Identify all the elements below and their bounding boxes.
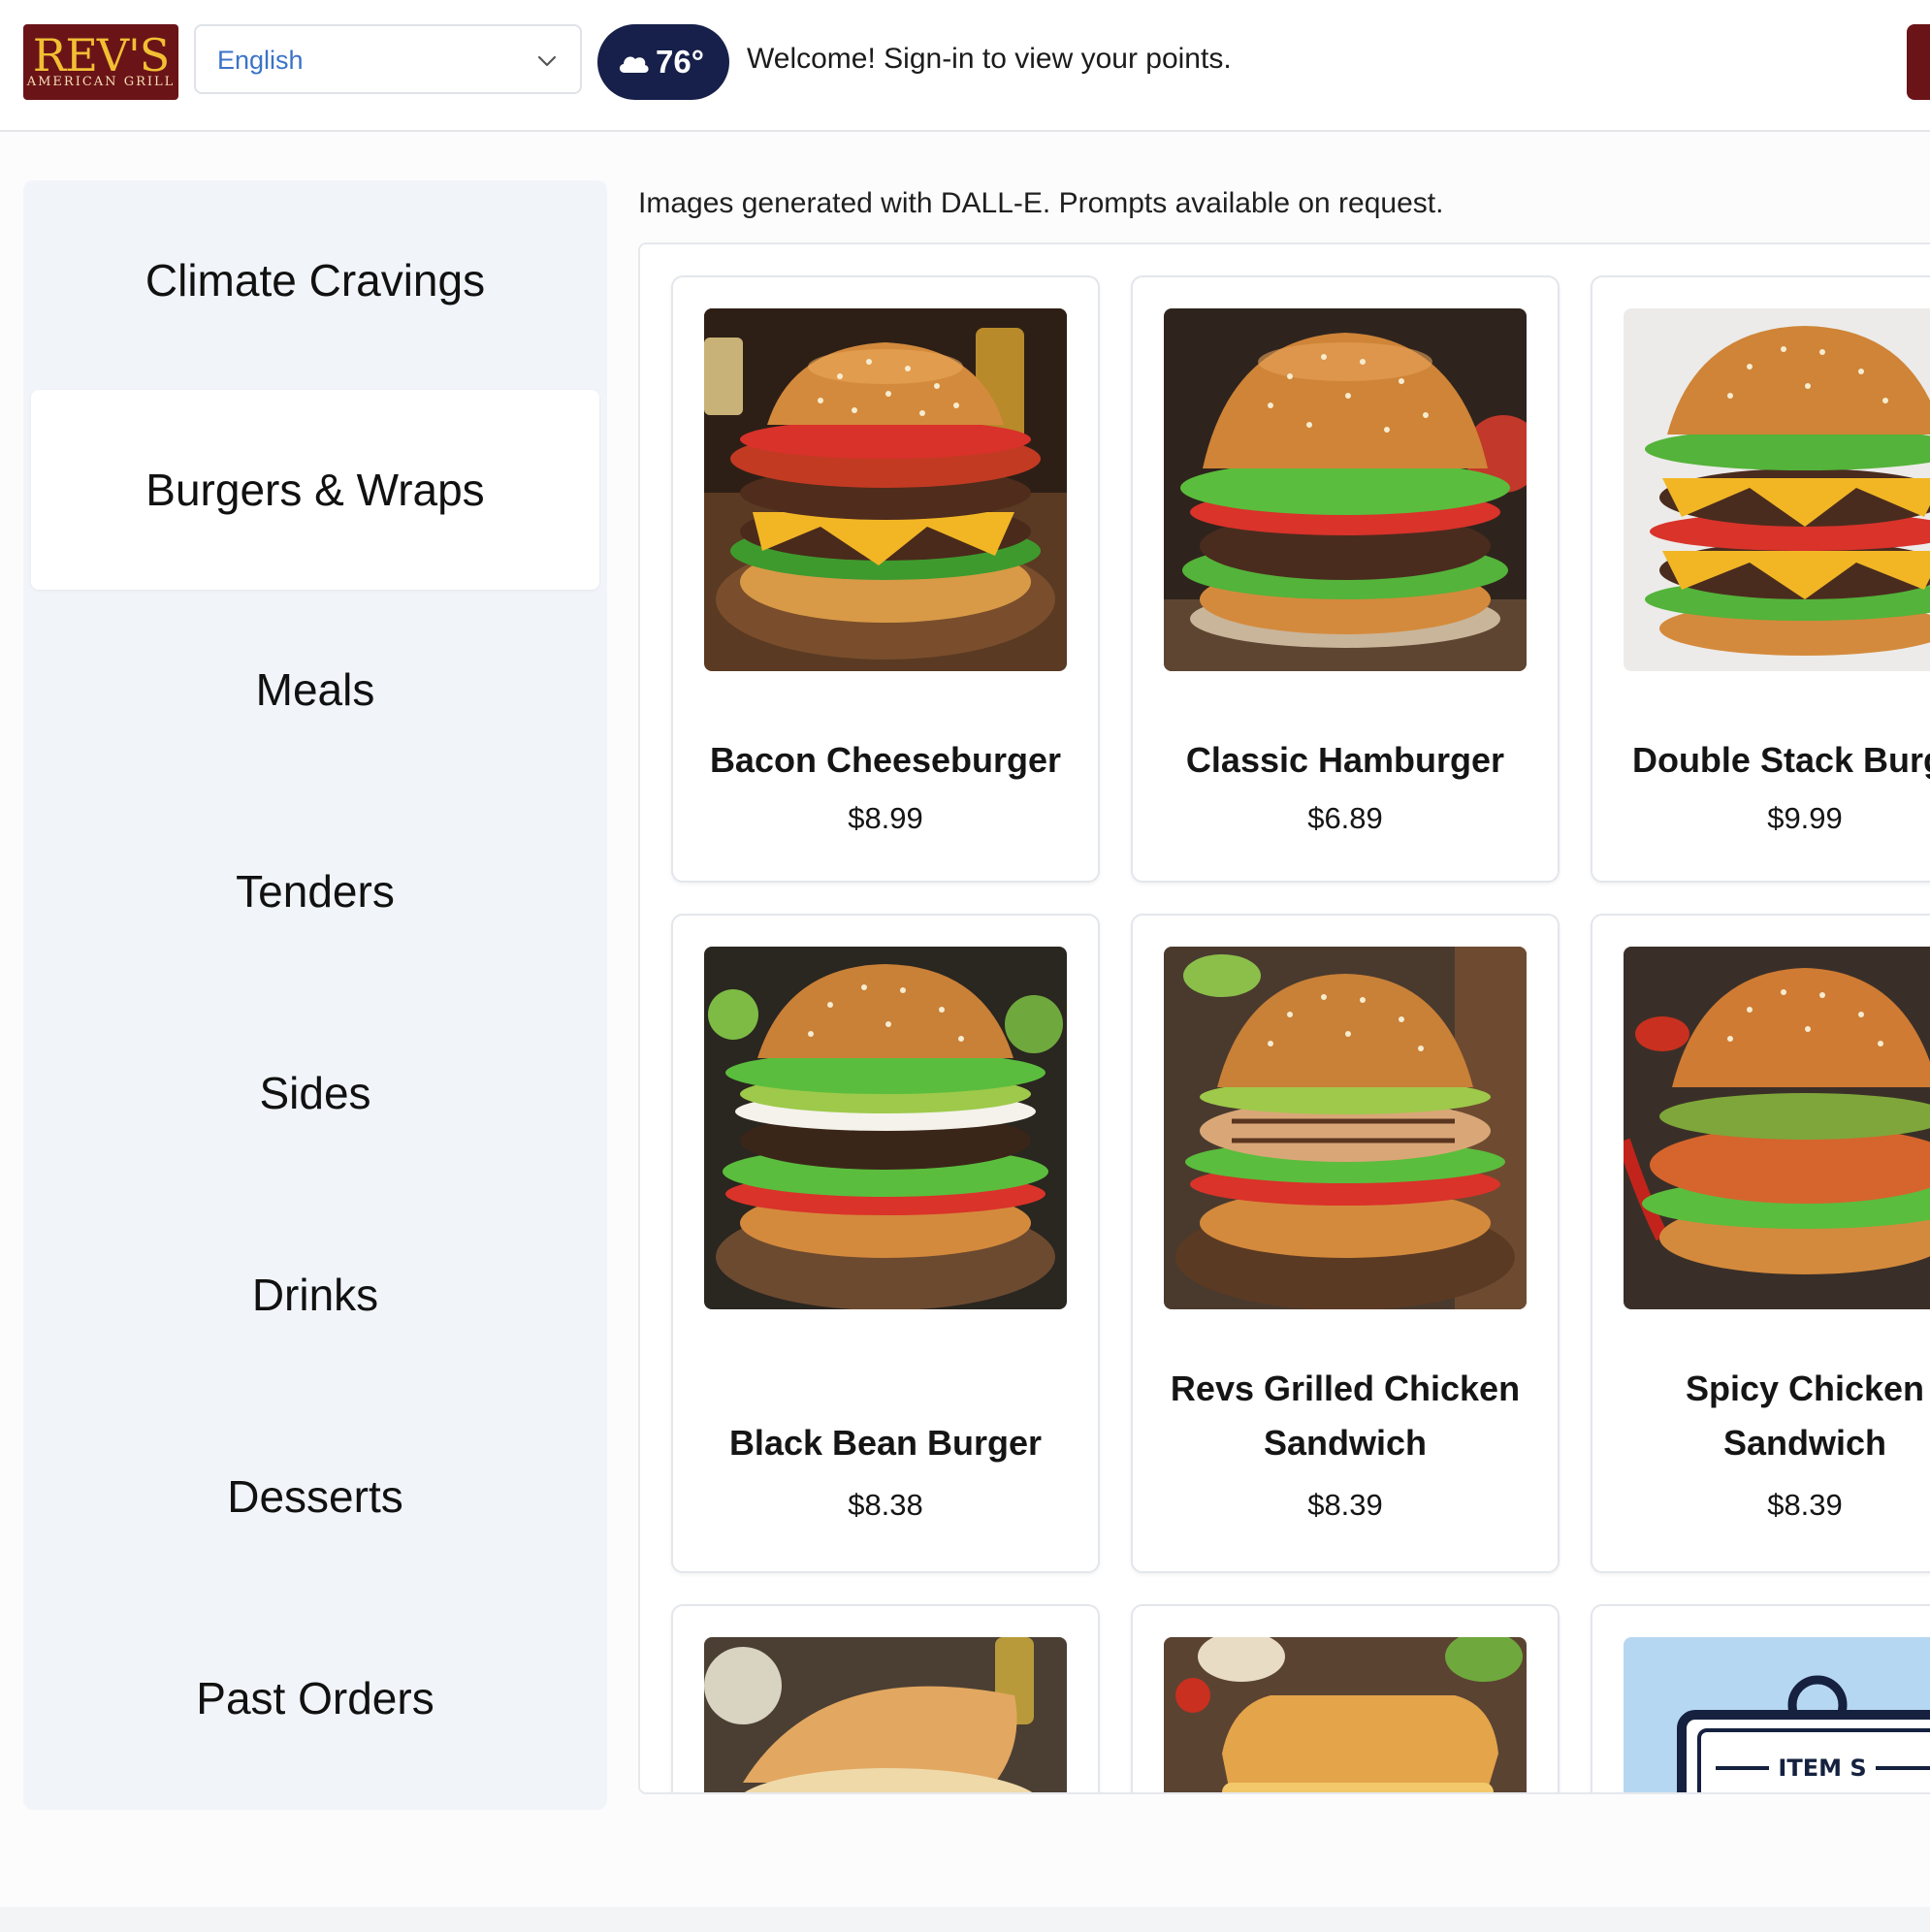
- menu-item-card[interactable]: Double Stack Burger $9.99: [1591, 275, 1930, 883]
- revs-logo[interactable]: REV'S AMERICAN GRILL: [23, 24, 178, 100]
- grilled-cheese-image: [1164, 1637, 1527, 1792]
- welcome-message: Welcome! Sign-in to view your points.: [747, 43, 1232, 75]
- grilled-chicken-sandwich-image: [1164, 947, 1527, 1309]
- image-credit-note: Images generated with DALL-E. Prompts av…: [638, 187, 1444, 219]
- sidebar-item-desserts[interactable]: Desserts: [31, 1397, 599, 1596]
- menu-item-card[interactable]: Spicy Chicken Sandwich $8.39: [1591, 914, 1930, 1573]
- page-footer-strip: [0, 1907, 1930, 1932]
- logo-wordmark: REV'S: [32, 29, 171, 81]
- classic-hamburger-image: [1164, 308, 1527, 671]
- menu-item-card[interactable]: Revs Grilled Chicken Sandwich $8.39: [1131, 914, 1560, 1573]
- coming-soon-text: ITEM S: [1778, 1755, 1866, 1782]
- item-name: Bacon Cheeseburger: [709, 740, 1062, 780]
- item-price: $8.99: [848, 801, 923, 835]
- weather-badge: 76°: [597, 24, 729, 100]
- double-stack-burger-image: [1624, 308, 1930, 671]
- item-price: $8.39: [1307, 1488, 1383, 1522]
- sidebar-item-burgers-wraps[interactable]: Burgers & Wraps: [31, 390, 599, 590]
- menu-item-card[interactable]: Black Bean Burger $8.38: [671, 914, 1100, 1573]
- menu-item-card[interactable]: Classic Hamburger $6.89: [1131, 275, 1560, 883]
- language-value: English: [217, 46, 304, 75]
- sidebar-item-sides[interactable]: Sides: [31, 993, 599, 1193]
- item-name: Revs Grilled Chicken Sandwich: [1170, 1368, 1521, 1463]
- logo-tagline: AMERICAN GRILL: [26, 75, 176, 89]
- menu-item-card[interactable]: [1131, 1604, 1560, 1792]
- weather-temperature: 76°: [656, 44, 704, 80]
- sidebar-item-meals[interactable]: Meals: [31, 590, 599, 789]
- spicy-chicken-sandwich-image: [1624, 947, 1930, 1309]
- items-coming-soon-image: ITEM S: [1624, 1637, 1930, 1792]
- chevron-down-icon: [537, 55, 557, 67]
- chicken-sub-image: [704, 1637, 1067, 1792]
- top-header: REV'S AMERICAN GRILL English 76° Welcome…: [0, 0, 1930, 132]
- sidebar-item-climate-cravings[interactable]: Climate Cravings: [31, 180, 599, 380]
- sign-in-button[interactable]: [1907, 24, 1930, 100]
- item-price: $6.89: [1307, 801, 1383, 835]
- category-sidebar: Climate Cravings Burgers & Wraps Meals T…: [23, 180, 607, 1810]
- sidebar-item-tenders[interactable]: Tenders: [31, 791, 599, 991]
- cloud-icon: [619, 56, 649, 73]
- item-price: $8.38: [848, 1488, 923, 1522]
- menu-item-card[interactable]: ITEM S: [1591, 1604, 1930, 1792]
- menu-item-card[interactable]: Bacon Cheeseburger $8.99: [671, 275, 1100, 883]
- bacon-cheeseburger-image: [704, 308, 1067, 671]
- item-price: $8.39: [1767, 1488, 1843, 1522]
- item-name: Black Bean Burger: [728, 1423, 1043, 1463]
- black-bean-burger-image: [704, 947, 1067, 1309]
- sidebar-item-drinks[interactable]: Drinks: [31, 1195, 599, 1395]
- sidebar-item-past-orders[interactable]: Past Orders: [31, 1598, 599, 1798]
- item-name: Spicy Chicken Sandwich: [1685, 1368, 1925, 1463]
- item-name: Double Stack Burger: [1631, 740, 1930, 780]
- item-name: Classic Hamburger: [1185, 740, 1505, 780]
- language-select[interactable]: English: [194, 24, 582, 94]
- item-price: $9.99: [1767, 801, 1843, 835]
- menu-grid: Bacon Cheeseburger $8.99 Classic Hamburg…: [638, 242, 1930, 1794]
- menu-item-card[interactable]: [671, 1604, 1100, 1792]
